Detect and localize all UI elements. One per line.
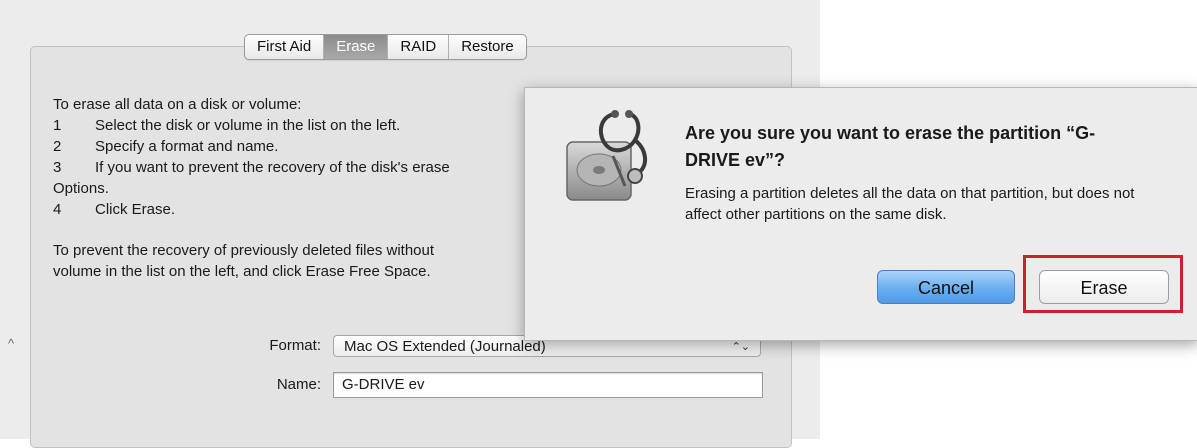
format-label: Format: bbox=[269, 337, 321, 354]
step-text: If you want to prevent the recovery of t… bbox=[95, 159, 450, 176]
step-text: Specify a format and name. bbox=[95, 138, 279, 155]
free-space-line: volume in the list on the left, and clic… bbox=[53, 263, 431, 280]
step-number: 4 bbox=[53, 201, 62, 218]
tab-raid[interactable]: RAID bbox=[388, 35, 450, 59]
name-label: Name: bbox=[276, 376, 321, 393]
step-text: Options. bbox=[53, 180, 109, 197]
step-text: Select the disk or volume in the list on… bbox=[95, 117, 401, 134]
erase-free-space-instructions: To prevent the recovery of previously de… bbox=[53, 240, 434, 282]
tab-first-aid[interactable]: First Aid bbox=[245, 35, 325, 59]
step-text: Click Erase. bbox=[95, 201, 176, 218]
erase-button-highlight bbox=[1023, 255, 1183, 313]
step-number: 2 bbox=[53, 138, 62, 155]
name-field[interactable]: G-DRIVE ev bbox=[333, 372, 763, 398]
tab-erase[interactable]: Erase bbox=[324, 35, 389, 59]
cancel-button[interactable]: Cancel bbox=[877, 270, 1015, 304]
step-number: 3 bbox=[53, 159, 62, 176]
free-space-line: To prevent the recovery of previously de… bbox=[53, 242, 435, 259]
collapse-arrow-icon: ^ bbox=[8, 336, 15, 351]
format-value: Mac OS Extended (Journaled) bbox=[344, 338, 546, 355]
disk-utility-icon bbox=[566, 110, 647, 201]
tab-bar: First Aid Erase RAID Restore bbox=[244, 34, 527, 60]
tab-restore[interactable]: Restore bbox=[449, 35, 526, 59]
alert-message: Erasing a partition deletes all the data… bbox=[685, 185, 1135, 223]
alert-title: Are you sure you want to erase the parti… bbox=[685, 123, 1096, 170]
step-number: 1 bbox=[53, 117, 62, 134]
